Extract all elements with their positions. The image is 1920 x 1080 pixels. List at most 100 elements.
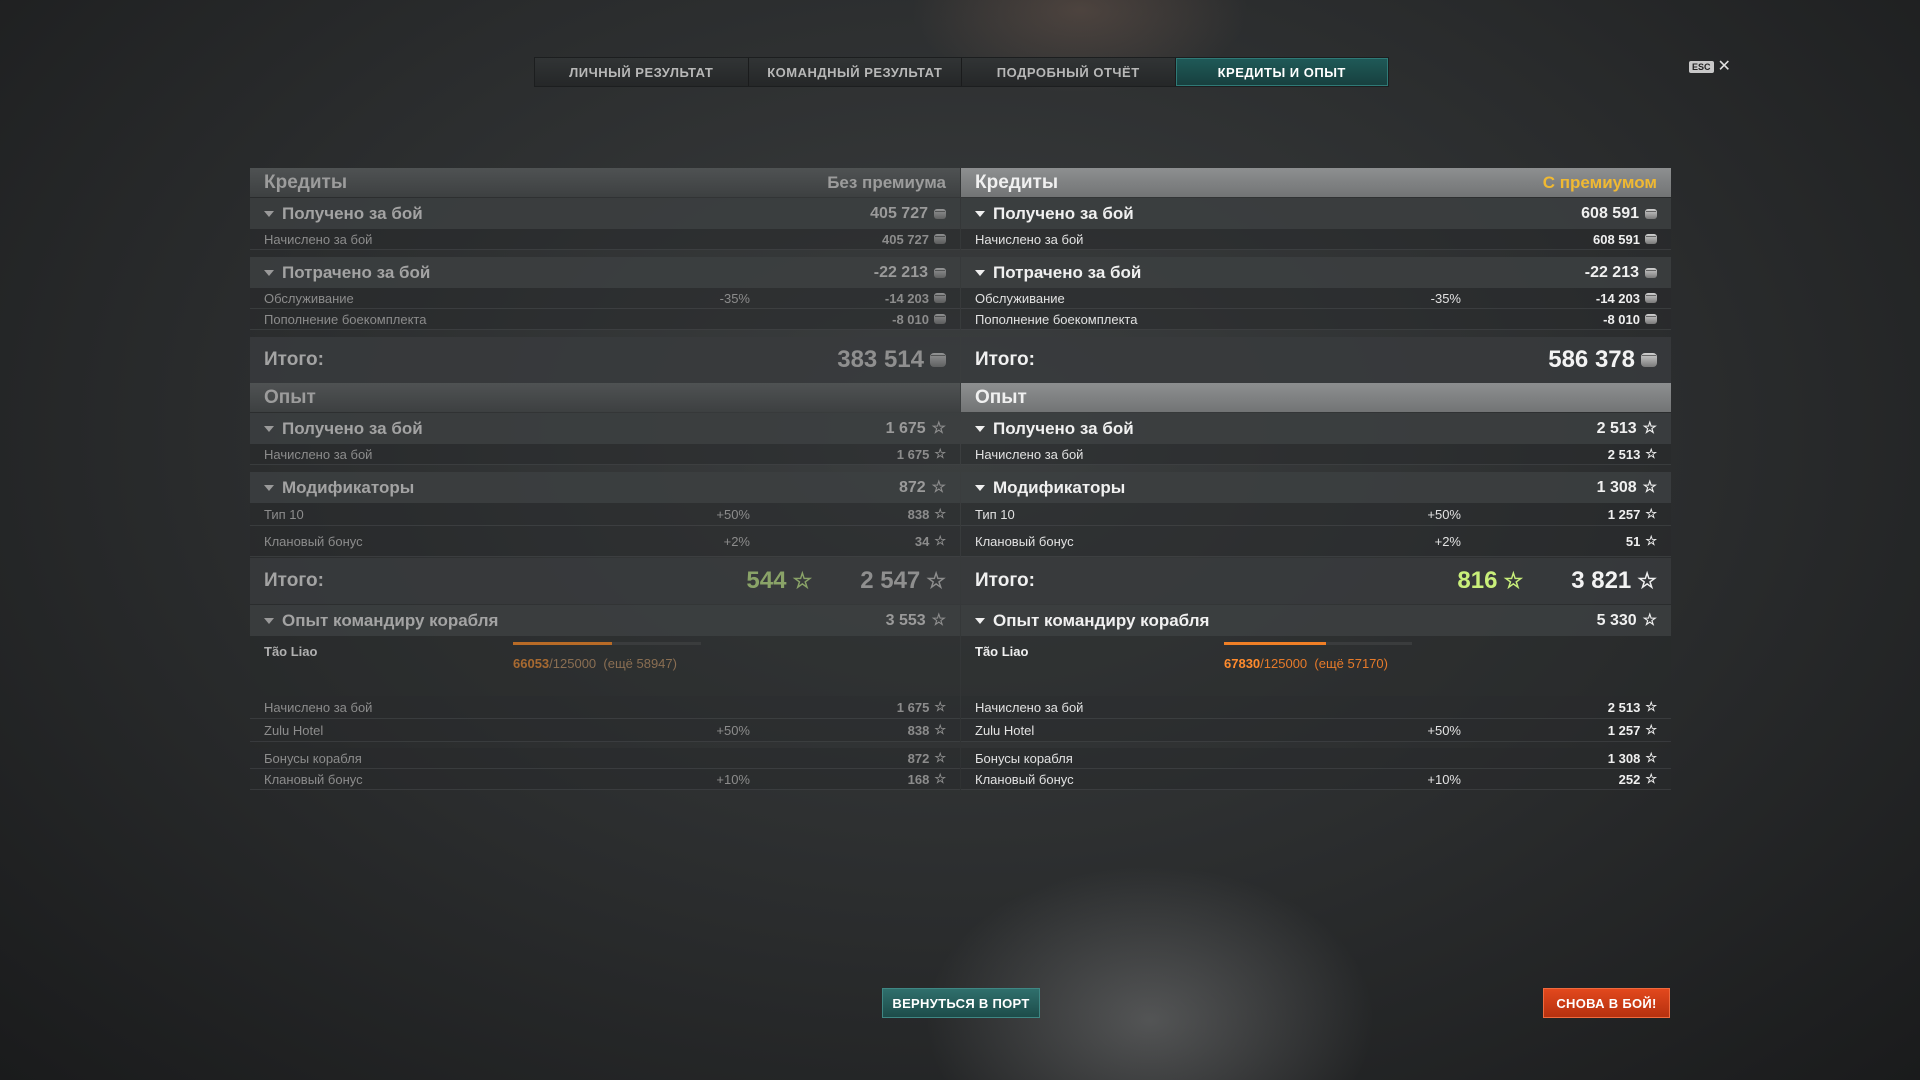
tab-team-result[interactable]: КОМАНДНЫЙ РЕЗУЛЬТАТ xyxy=(748,58,962,86)
row-percent: +10% xyxy=(716,771,750,787)
xp-modifiers-group-header[interactable]: Модификаторы 1 308 ☆ xyxy=(961,472,1671,503)
breakdown-row: Тип 10 +50% 1 257 ☆ xyxy=(961,503,1671,526)
tab-credits-and-xp[interactable]: КРЕДИТЫ И ОПЫТ xyxy=(1175,58,1388,86)
row-amount: 1 257 xyxy=(1607,506,1641,522)
row-amount: 2 513 xyxy=(1607,699,1641,715)
row-label: Тип 10 xyxy=(975,506,1015,522)
row-percent: +50% xyxy=(1427,506,1461,522)
section-title: Кредиты xyxy=(264,171,348,193)
commander-progress: Tão Liao 67830/125000 (ещё 57170) xyxy=(961,636,1671,696)
row-amount: 838 xyxy=(907,506,930,522)
commander-xp-max: /125000 xyxy=(549,656,597,671)
row-amount: 1 675 xyxy=(896,699,930,715)
breakdown-row: Бонусы корабля 1 308 ☆ xyxy=(961,748,1671,769)
xp-earned-group-header[interactable]: Получено за бой 2 513 ☆ xyxy=(961,413,1671,444)
triangle-down-icon[interactable] xyxy=(264,617,274,624)
return-to-port-button[interactable]: ВЕРНУТЬСЯ В ПОРТ xyxy=(882,988,1040,1018)
row-label: Обслуживание xyxy=(975,290,1065,306)
row-value: -14 203 xyxy=(885,291,946,306)
star-icon: ☆ xyxy=(934,699,946,714)
row-amount: -8 010 xyxy=(1603,311,1640,327)
credits-spent-group-header[interactable]: Потрачено за бой -22 213 xyxy=(250,257,960,288)
battle-again-button[interactable]: СНОВА В БОЙ! xyxy=(1543,988,1670,1018)
premium-status-label: Без премиума xyxy=(827,172,946,192)
triangle-down-icon[interactable] xyxy=(264,269,274,276)
section-title: Опыт xyxy=(975,386,1027,408)
commander-xp-group-header[interactable]: Опыт командиру корабля 5 330 ☆ xyxy=(961,605,1671,636)
row-value: 1 675 ☆ xyxy=(897,446,946,462)
triangle-down-icon[interactable] xyxy=(264,425,274,432)
breakdown-row: Тип 10 +50% 838 ☆ xyxy=(250,503,960,526)
xp-modifiers-label: Модификаторы xyxy=(282,477,415,497)
row-label: Бонусы корабля xyxy=(975,750,1073,766)
row-amount: 838 xyxy=(907,722,930,738)
triangle-down-icon[interactable] xyxy=(975,617,985,624)
xp-earned-label: Получено за бой xyxy=(282,418,423,438)
triangle-down-icon[interactable] xyxy=(264,210,274,217)
tab-personal-result[interactable]: ЛИЧНЫЙ РЕЗУЛЬТАТ xyxy=(535,58,749,86)
star-icon: ☆ xyxy=(1645,722,1657,737)
xp-header: Опыт xyxy=(250,383,960,412)
credits-total-label: Итого: xyxy=(975,349,1035,370)
credits-spent-group-header[interactable]: Потрачено за бой -22 213 xyxy=(961,257,1671,288)
row-amount: 252 xyxy=(1618,771,1641,787)
credits-total: Итого: 383 514 xyxy=(250,337,960,383)
row-amount: -14 203 xyxy=(1595,290,1640,306)
triangle-down-icon[interactable] xyxy=(975,269,985,276)
breakdown-row: Zulu Hotel +50% 1 257 ☆ xyxy=(961,719,1671,742)
star-icon: ☆ xyxy=(934,533,946,548)
breakdown-row: Начислено за бой 405 727 xyxy=(250,229,960,250)
xp-earned-group-header[interactable]: Получено за бой 1 675 ☆ xyxy=(250,413,960,444)
triangle-down-icon[interactable] xyxy=(975,425,985,432)
commander-xp-group-header[interactable]: Опыт командиру корабля 3 553 ☆ xyxy=(250,605,960,636)
credit-coin-icon xyxy=(1645,208,1657,219)
commander-xp-value: 5 330 ☆ xyxy=(1597,612,1657,630)
commander-xp-label: Опыт командиру корабля xyxy=(282,610,499,630)
xp-earned-label: Получено за бой xyxy=(993,418,1134,438)
row-label: Начислено за бой xyxy=(264,699,373,715)
commander-name: Tão Liao xyxy=(975,644,1029,659)
xp-total-value: 2 547 ☆ xyxy=(860,567,946,595)
xp-modifiers-amount: 872 xyxy=(898,478,926,496)
credit-coin-icon xyxy=(934,314,946,324)
star-icon: ☆ xyxy=(926,568,946,593)
xp-modifiers-group-header[interactable]: Модификаторы 872 ☆ xyxy=(250,472,960,503)
xp-total-label: Итого: xyxy=(264,570,324,591)
credits-earned-group-header[interactable]: Получено за бой 608 591 xyxy=(961,198,1671,229)
star-icon: ☆ xyxy=(1645,506,1657,521)
credits-total-amount: 586 378 xyxy=(1548,346,1635,373)
commander-xp-remaining: (ещё 58947) xyxy=(603,656,677,671)
close-button[interactable]: ESC ✕ xyxy=(1689,59,1731,75)
row-label: Пополнение боекомплекта xyxy=(264,311,427,327)
row-amount: 34 xyxy=(914,533,930,549)
row-percent: -35% xyxy=(1430,290,1461,306)
commander-xp-text: 67830/125000 (ещё 57170) xyxy=(1224,656,1388,671)
row-value: -8 010 xyxy=(1603,312,1657,327)
commander-xp-remaining: (ещё 57170) xyxy=(1314,656,1388,671)
row-value: 838 ☆ xyxy=(908,506,946,522)
credits-earned-label: Получено за бой xyxy=(993,203,1134,223)
row-value: 2 513 ☆ xyxy=(1608,699,1657,715)
row-label: Клановый бонус xyxy=(264,771,363,787)
commander-xp-amount: 5 330 xyxy=(1596,611,1637,629)
star-icon: ☆ xyxy=(931,611,946,629)
xp-header: Опыт xyxy=(961,383,1671,412)
credits-earned-group-header[interactable]: Получено за бой 405 727 xyxy=(250,198,960,229)
credit-coin-icon xyxy=(1641,353,1657,367)
row-label: Начислено за бой xyxy=(975,446,1084,462)
row-amount: 872 xyxy=(907,750,930,766)
triangle-down-icon[interactable] xyxy=(264,484,274,491)
xp-earned-value: 2 513 ☆ xyxy=(1597,420,1657,438)
triangle-down-icon[interactable] xyxy=(975,484,985,491)
close-icon[interactable]: ✕ xyxy=(1718,59,1731,75)
base-xp-amount: 816 xyxy=(1457,567,1498,594)
panel-with-premium: Кредиты С премиумом Получено за бой 608 591… xyxy=(961,168,1671,790)
triangle-down-icon[interactable] xyxy=(975,210,985,217)
tab-detailed-report[interactable]: ПОДРОБНЫЙ ОТЧЁТ xyxy=(962,58,1176,86)
breakdown-row: Клановый бонус +2% 51 ☆ xyxy=(961,526,1671,557)
row-amount: 1 675 xyxy=(896,446,930,462)
credits-spent-label: Потрачено за бой xyxy=(993,262,1142,282)
